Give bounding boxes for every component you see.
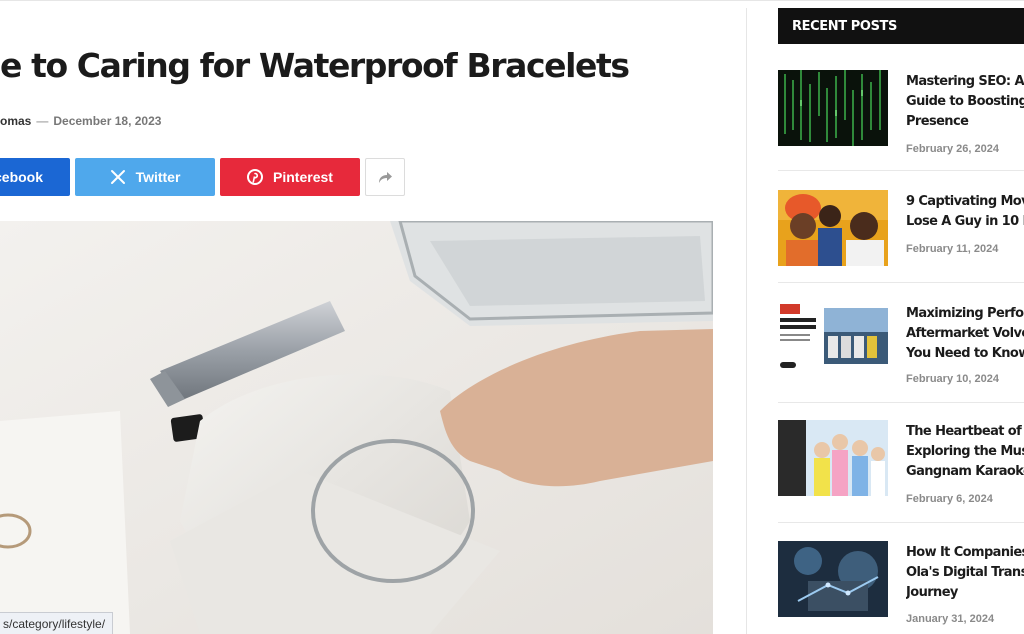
article-title: e to Caring for Waterproof Bracelets — [0, 46, 630, 85]
x-twitter-icon — [110, 169, 126, 185]
share-more-button[interactable] — [365, 158, 405, 196]
post-thumbnail[interactable] — [778, 70, 888, 146]
share-arrow-icon — [377, 170, 393, 184]
pinterest-icon — [247, 169, 264, 185]
meta-separator: — — [36, 114, 49, 128]
article-meta: omas — December 18, 2023 — [0, 114, 161, 128]
pinterest-label: Pinterest — [273, 169, 333, 185]
post-date: February 26, 2024 — [906, 143, 999, 155]
post-date: February 10, 2024 — [906, 373, 999, 385]
twitter-label: Twitter — [135, 169, 181, 185]
share-twitter-button[interactable]: Twitter — [75, 158, 215, 196]
post-title[interactable]: How It Companies C Ola's Digital Transfo… — [906, 543, 1024, 603]
post-separator — [778, 522, 1024, 523]
article-date: December 18, 2023 — [53, 114, 162, 128]
post-thumbnail[interactable] — [778, 190, 888, 266]
post-title[interactable]: The Heartbeat of Ni Exploring the Music … — [906, 422, 1024, 482]
post-separator — [778, 170, 1024, 171]
post-date: February 6, 2024 — [906, 493, 993, 505]
post-thumbnail[interactable] — [778, 302, 888, 378]
recent-post-item[interactable]: 9 Captivating Movie Lose A Guy in 10 Day… — [778, 190, 1024, 290]
post-thumbnail[interactable] — [778, 420, 888, 496]
recent-post-item[interactable]: How It Companies C Ola's Digital Transfo… — [778, 541, 1024, 634]
post-title[interactable]: Mastering SEO: A Co Guide to Boosting Y … — [906, 72, 1024, 132]
share-facebook-button[interactable]: cebook — [0, 158, 70, 196]
post-date: February 11, 2024 — [906, 243, 999, 255]
post-thumbnail[interactable] — [778, 541, 888, 617]
top-border — [0, 0, 1024, 1]
author-link[interactable]: omas — [0, 114, 31, 128]
recent-post-item[interactable]: The Heartbeat of Ni Exploring the Music … — [778, 420, 1024, 520]
share-pinterest-button[interactable]: Pinterest — [220, 158, 360, 196]
sidebar-divider — [746, 8, 747, 634]
post-separator — [778, 282, 1024, 283]
post-title[interactable]: Maximizing Perform Aftermarket Volvo S Y… — [906, 304, 1024, 364]
recent-post-item[interactable]: Mastering SEO: A Co Guide to Boosting Y … — [778, 70, 1024, 170]
article-featured-image — [0, 221, 713, 634]
post-date: January 31, 2024 — [906, 613, 995, 625]
recent-post-item[interactable]: Maximizing Perform Aftermarket Volvo S Y… — [778, 302, 1024, 402]
facebook-label: cebook — [0, 169, 44, 185]
post-title[interactable]: 9 Captivating Movie Lose A Guy in 10 Day — [906, 192, 1024, 232]
recent-posts-heading: RECENT POSTS — [778, 8, 1024, 44]
post-separator — [778, 402, 1024, 403]
status-bar-url: s/category/lifestyle/ — [0, 612, 114, 634]
